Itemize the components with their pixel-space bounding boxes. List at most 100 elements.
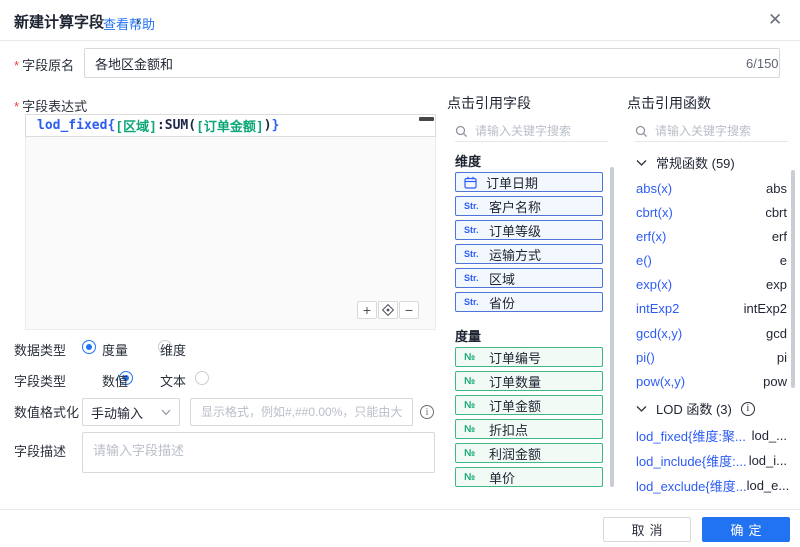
field-type-label: 字段类型 [14,371,66,390]
function-row[interactable]: lod_fixed{维度:聚... lod_... [636,426,787,445]
field-name-input[interactable] [84,48,780,78]
font-decrease-button[interactable]: − [399,301,419,319]
confirm-button[interactable]: 确定 [702,517,790,542]
field-item-label: 运输方式 [489,245,541,264]
radio-measure[interactable] [82,340,96,354]
function-name[interactable]: exp(x) [636,277,672,292]
dimension-item[interactable]: Str. 运输方式 [455,244,603,264]
radio-measure-label[interactable]: 度量 [102,340,128,359]
function-name[interactable]: intExp2 [636,301,679,316]
format-info-icon[interactable]: i [420,405,434,419]
header-divider [0,40,800,41]
function-row[interactable]: exp(x) exp [636,277,787,292]
function-row[interactable]: erf(x) erf [636,229,787,244]
function-row[interactable]: e() e [636,253,787,268]
function-name[interactable]: lod_include{维度:... [636,451,747,470]
measure-item[interactable]: № 订单编号 [455,347,603,367]
group-label: LOD 函数 (3) [656,399,732,418]
function-alias: erf [772,229,787,244]
function-name[interactable]: cbrt(x) [636,205,673,220]
function-alias: gcd [766,326,787,341]
chevron-down-icon [636,405,647,413]
help-arrow-icon[interactable]: › [136,14,140,28]
cancel-button[interactable]: 取消 [603,517,691,542]
data-type-label: 数据类型 [14,340,66,359]
fields-scrollbar-thumb[interactable] [610,167,614,487]
lod-functions-group-header[interactable]: LOD 函数 (3) i [636,399,755,418]
measure-item[interactable]: № 折扣点 [455,419,603,439]
search-icon [455,125,468,138]
function-name[interactable]: pi() [636,350,655,365]
required-asterisk: * [14,58,19,73]
dimensions-section-label: 维度 [455,151,481,170]
code-keyword: lod_fixed{ [37,118,115,133]
plus-icon: + [363,302,371,318]
function-name[interactable]: lod_exclude{维度... [636,476,747,495]
dimension-item[interactable]: Str. 订单等级 [455,220,603,240]
group-label: 常规函数 (59) [656,153,735,172]
functions-search-input[interactable] [655,124,770,138]
search-icon [635,125,648,138]
editor-scrollbar-thumb[interactable] [419,117,434,121]
dimension-item[interactable]: Str. 省份 [455,292,603,312]
field-item-label: 订单等级 [489,221,541,240]
measure-item[interactable]: № 订单金额 [455,395,603,415]
string-type-icon: Str. [464,201,480,211]
function-name[interactable]: e() [636,253,652,268]
function-alias: intExp2 [744,301,787,316]
fields-search-box[interactable] [455,121,608,142]
fields-search-input[interactable] [475,124,590,138]
function-row[interactable]: lod_include{维度:... lod_i... [636,451,787,470]
function-name[interactable]: erf(x) [636,229,666,244]
expression-editor[interactable]: lod_fixed{[区域]:SUM([订单金额])} + − [25,114,436,330]
function-name[interactable]: abs(x) [636,181,672,196]
code-paren: ) [264,118,272,133]
function-alias: e [780,253,787,268]
regular-functions-group-header[interactable]: 常规函数 (59) [636,153,735,172]
function-row[interactable]: pi() pi [636,350,787,365]
function-row[interactable]: gcd(x,y) gcd [636,326,787,341]
radio-dimension-label[interactable]: 维度 [160,340,186,359]
function-row[interactable]: abs(x) abs [636,181,787,196]
lod-info-icon[interactable]: i [741,402,755,416]
field-item-label: 客户名称 [489,197,541,216]
close-icon[interactable]: ✕ [768,11,782,28]
code-active-line[interactable]: lod_fixed{[区域]:SUM([订单金额])} [25,114,436,137]
functions-search-box[interactable] [635,121,788,142]
measure-item[interactable]: № 单价 [455,467,603,487]
function-row[interactable]: pow(x,y) pow [636,374,787,389]
string-type-icon: Str. [464,297,480,307]
function-row[interactable]: lod_exclude{维度... lod_e... [636,476,787,495]
number-format-select[interactable]: 手动输入 [82,398,180,426]
number-type-icon: № [464,400,480,411]
footer-divider [0,509,800,510]
measures-section-label: 度量 [455,326,481,345]
format-pattern-input[interactable] [190,398,413,426]
dimension-item[interactable]: 订单日期 [455,172,603,192]
radio-numeric-label[interactable]: 数值 [102,371,128,390]
function-name[interactable]: pow(x,y) [636,374,685,389]
cancel-button-label: 取消 [626,520,667,539]
function-name[interactable]: lod_fixed{维度:聚... [636,426,746,445]
string-type-icon: Str. [464,249,480,259]
function-row[interactable]: cbrt(x) cbrt [636,205,787,220]
expression-label: *字段表达式 [14,96,87,115]
font-increase-button[interactable]: + [357,301,377,319]
dimension-item[interactable]: Str. 区域 [455,268,603,288]
function-alias: lod_i... [749,453,787,468]
reset-locate-button[interactable] [378,301,398,319]
minus-icon: − [405,302,413,318]
radio-text-label[interactable]: 文本 [160,371,186,390]
measure-item[interactable]: № 订单数量 [455,371,603,391]
radio-text[interactable] [195,371,209,385]
number-type-icon: № [464,352,480,363]
description-textarea[interactable] [82,432,435,473]
function-alias: pow [763,374,787,389]
calendar-icon [464,176,477,189]
functions-scrollbar-thumb[interactable] [791,170,795,388]
function-row[interactable]: intExp2 intExp2 [636,301,787,316]
dimension-item[interactable]: Str. 客户名称 [455,196,603,216]
help-link[interactable]: 查看帮助 [103,14,155,33]
function-name[interactable]: gcd(x,y) [636,326,682,341]
measure-item[interactable]: № 利润金额 [455,443,603,463]
